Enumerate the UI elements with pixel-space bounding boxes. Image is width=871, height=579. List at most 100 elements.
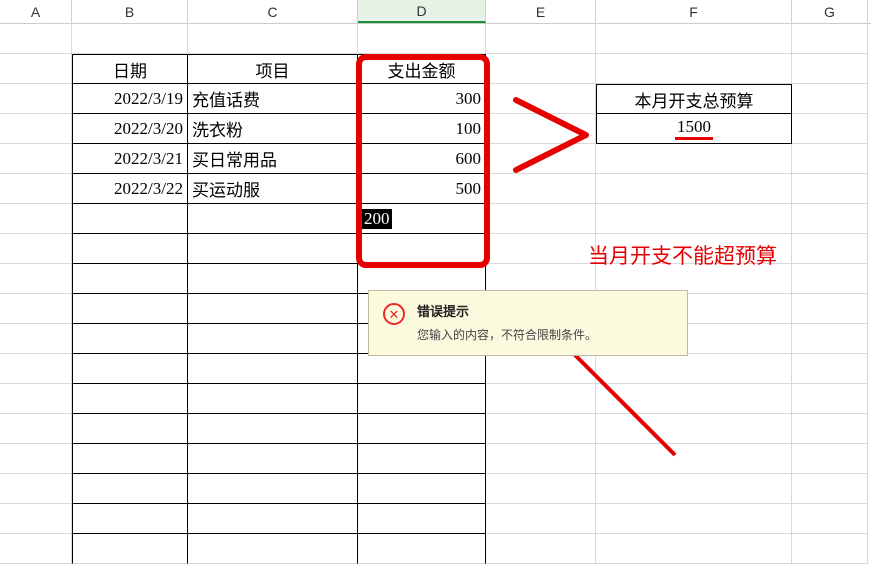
- cell[interactable]: [596, 414, 792, 444]
- cell-date[interactable]: 2022/3/19: [72, 84, 188, 114]
- cell[interactable]: [486, 204, 596, 234]
- cell[interactable]: [0, 264, 72, 294]
- cell[interactable]: [486, 474, 596, 504]
- cell[interactable]: [0, 144, 72, 174]
- col-header-a[interactable]: A: [0, 0, 72, 23]
- cell[interactable]: [486, 234, 596, 264]
- col-header-g[interactable]: G: [792, 0, 868, 23]
- col-header-f[interactable]: F: [596, 0, 792, 23]
- cell[interactable]: [358, 474, 486, 504]
- cell[interactable]: [596, 234, 792, 264]
- cell[interactable]: [0, 294, 72, 324]
- cell[interactable]: [596, 504, 792, 534]
- cell[interactable]: [486, 504, 596, 534]
- cell[interactable]: [0, 54, 72, 84]
- cell[interactable]: [0, 474, 72, 504]
- cell[interactable]: [486, 54, 596, 84]
- cell[interactable]: [792, 354, 868, 384]
- cell[interactable]: [792, 324, 868, 354]
- cell[interactable]: [792, 534, 868, 564]
- cell-item[interactable]: 买日常用品: [188, 144, 358, 174]
- cell[interactable]: [0, 324, 72, 354]
- cell[interactable]: [596, 24, 792, 54]
- cell[interactable]: [596, 474, 792, 504]
- cell[interactable]: [188, 384, 358, 414]
- cell-amount[interactable]: 100: [358, 114, 486, 144]
- cell[interactable]: [596, 174, 792, 204]
- budget-label[interactable]: 本月开支总预算: [596, 84, 792, 114]
- cell[interactable]: [486, 414, 596, 444]
- cell[interactable]: [792, 144, 868, 174]
- cell[interactable]: [188, 234, 358, 264]
- cell[interactable]: [188, 444, 358, 474]
- cell[interactable]: [72, 534, 188, 564]
- cell[interactable]: [596, 204, 792, 234]
- cell[interactable]: [792, 234, 868, 264]
- cell[interactable]: [596, 534, 792, 564]
- cell[interactable]: [792, 414, 868, 444]
- cell[interactable]: [358, 24, 486, 54]
- cell-item[interactable]: 买运动服: [188, 174, 358, 204]
- editing-value[interactable]: 200: [362, 209, 392, 229]
- cell[interactable]: [188, 534, 358, 564]
- cell[interactable]: [0, 84, 72, 114]
- cell[interactable]: [72, 234, 188, 264]
- cell[interactable]: [72, 444, 188, 474]
- cell[interactable]: [0, 534, 72, 564]
- cell[interactable]: [0, 204, 72, 234]
- cell[interactable]: [358, 534, 486, 564]
- cell[interactable]: [188, 204, 358, 234]
- cell[interactable]: [358, 384, 486, 414]
- cell[interactable]: [596, 354, 792, 384]
- cell[interactable]: [188, 414, 358, 444]
- budget-value[interactable]: 1500: [596, 114, 792, 144]
- cell[interactable]: [188, 294, 358, 324]
- cell[interactable]: [792, 24, 868, 54]
- cell[interactable]: [72, 264, 188, 294]
- cell[interactable]: [72, 504, 188, 534]
- cell[interactable]: [596, 54, 792, 84]
- cell[interactable]: [72, 474, 188, 504]
- cell[interactable]: [792, 204, 868, 234]
- col-header-d[interactable]: D: [358, 0, 486, 23]
- cell-item[interactable]: 充值话费: [188, 84, 358, 114]
- cell[interactable]: [792, 444, 868, 474]
- cell[interactable]: [188, 24, 358, 54]
- header-date[interactable]: 日期: [72, 54, 188, 84]
- cell[interactable]: [792, 384, 868, 414]
- cell[interactable]: [358, 504, 486, 534]
- cell[interactable]: [792, 54, 868, 84]
- cell[interactable]: [358, 354, 486, 384]
- cell[interactable]: [792, 114, 868, 144]
- cell-item[interactable]: 洗衣粉: [188, 114, 358, 144]
- cell[interactable]: [486, 444, 596, 474]
- header-item[interactable]: 项目: [188, 54, 358, 84]
- cell[interactable]: [486, 24, 596, 54]
- cell[interactable]: [72, 294, 188, 324]
- cell[interactable]: [596, 144, 792, 174]
- cell[interactable]: [596, 444, 792, 474]
- cell[interactable]: [0, 444, 72, 474]
- cell[interactable]: [0, 354, 72, 384]
- cell[interactable]: [596, 384, 792, 414]
- cell-amount[interactable]: 500: [358, 174, 486, 204]
- cell[interactable]: [72, 324, 188, 354]
- cell[interactable]: [486, 384, 596, 414]
- cell[interactable]: [0, 414, 72, 444]
- col-header-c[interactable]: C: [188, 0, 358, 23]
- cell[interactable]: [72, 204, 188, 234]
- cell[interactable]: [486, 114, 596, 144]
- cell[interactable]: [486, 354, 596, 384]
- cell-date[interactable]: 2022/3/22: [72, 174, 188, 204]
- cell[interactable]: [72, 414, 188, 444]
- cell[interactable]: [792, 264, 868, 294]
- cell[interactable]: [188, 504, 358, 534]
- cell[interactable]: [0, 114, 72, 144]
- col-header-e[interactable]: E: [486, 0, 596, 23]
- cell[interactable]: [792, 504, 868, 534]
- cell-amount[interactable]: 300: [358, 84, 486, 114]
- cell-date[interactable]: 2022/3/20: [72, 114, 188, 144]
- cell-amount[interactable]: 600: [358, 144, 486, 174]
- cell[interactable]: [792, 84, 868, 114]
- cell[interactable]: [0, 174, 72, 204]
